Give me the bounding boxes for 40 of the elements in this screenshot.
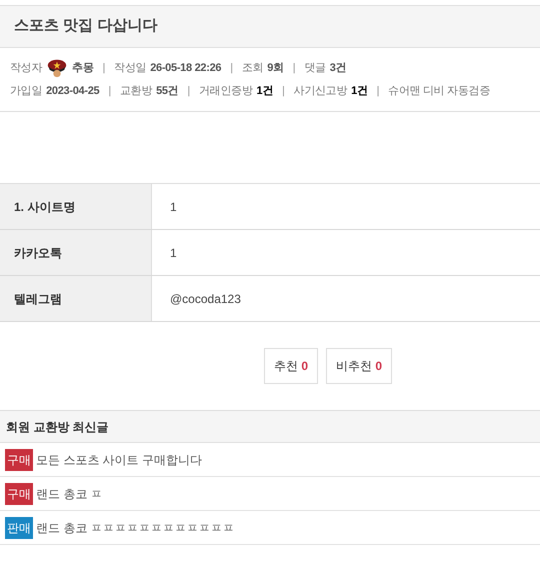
table-header-cell: 1. 사이트명 bbox=[0, 184, 152, 229]
meta-value: 55건 bbox=[156, 84, 178, 100]
separator: | bbox=[187, 84, 190, 100]
meta-label: 댓글 bbox=[304, 60, 326, 76]
separator: | bbox=[376, 84, 380, 100]
post-title: 스포츠 맛집 다삽니다 bbox=[14, 16, 158, 36]
meta-value: 1건 bbox=[351, 84, 368, 100]
meta-label: 가입일 bbox=[10, 84, 42, 100]
table-cell-text: @cocoda123 bbox=[169, 290, 242, 308]
table-header-cell: 텔레그램 bbox=[0, 276, 152, 321]
post-link[interactable]: 랜드 총코 ㅍㅍㅍㅍㅍㅍㅍㅍㅍㅍㅍㅍ bbox=[36, 518, 235, 536]
separator: | bbox=[282, 84, 285, 100]
separator: | bbox=[230, 60, 233, 76]
table-header-cell: 카카오톡 bbox=[0, 230, 152, 275]
tag-badge: 구매 bbox=[5, 482, 33, 504]
meta-value: 3건 bbox=[330, 60, 346, 76]
meta-label: 조회 bbox=[242, 60, 264, 76]
tag-badge: 구매 bbox=[5, 448, 33, 470]
meta-value: 26-05-18 22:26 bbox=[150, 60, 222, 76]
meta-value: 추몽 bbox=[72, 60, 94, 76]
table-cell-text: 1 bbox=[169, 198, 178, 216]
meta-label: 슈어맨 디비 자동검증 bbox=[388, 84, 490, 100]
meta-label: 사기신고방 bbox=[294, 84, 348, 100]
meta-value: 1건 bbox=[256, 84, 274, 100]
meta-label: 작성일 bbox=[114, 60, 146, 76]
separator: | bbox=[108, 84, 111, 100]
vote-button[interactable]: 추천 0 bbox=[264, 348, 318, 384]
vote-button[interactable]: 비추천 0 bbox=[326, 348, 392, 384]
section-title: 회원 교환방 최신글 bbox=[6, 418, 109, 436]
meta-value: 9회 bbox=[267, 60, 284, 76]
meta-value: 2023-04-25 bbox=[46, 84, 100, 100]
tag-badge: 판매 bbox=[5, 516, 33, 538]
separator: | bbox=[292, 60, 296, 76]
meta-label: 거래인증방 bbox=[198, 84, 252, 100]
meta-label: 교환방 bbox=[120, 84, 152, 100]
post-link[interactable]: 랜드 총코 ㅍ bbox=[36, 484, 103, 502]
table-cell-text: 1 bbox=[169, 244, 178, 262]
meta-label: 작성자 bbox=[10, 60, 42, 76]
separator: | bbox=[102, 60, 106, 76]
post-link[interactable]: 모든 스포츠 사이트 구매합니다 bbox=[36, 450, 202, 468]
